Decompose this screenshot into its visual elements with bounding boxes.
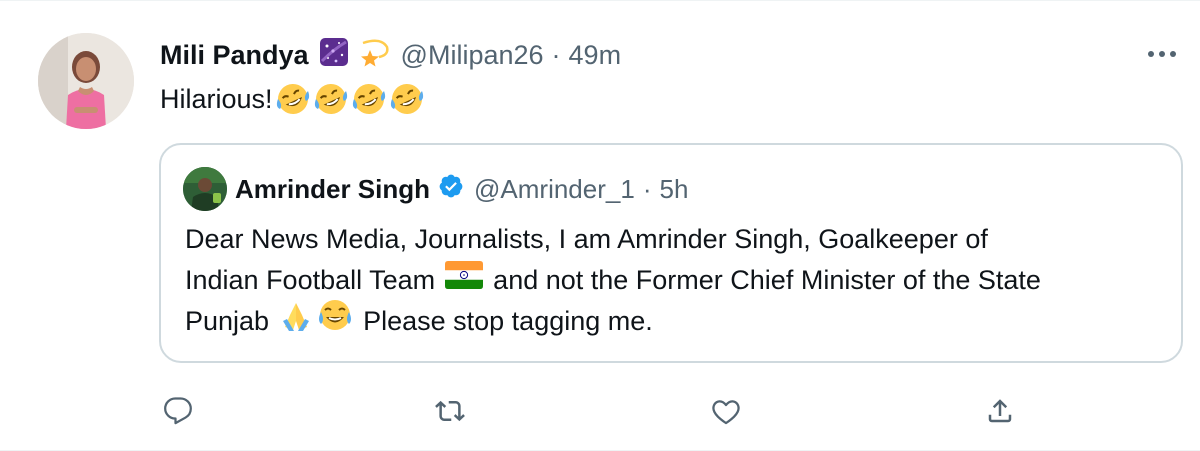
retweet-icon [435, 400, 465, 422]
milky-way-emoji-icon [319, 37, 349, 74]
share-button[interactable] [978, 389, 1022, 433]
quoted-text-line-1: Dear News Media, Journalists, I am Amrin… [185, 219, 1165, 260]
quoted-text-line-2: Indian Football Team and not the Former … [185, 260, 1165, 301]
tweet-header: Mili Pandya @Milipan26 · 49m [160, 35, 621, 75]
share-icon [988, 399, 1012, 423]
like-icon [712, 400, 740, 425]
folded-hands-icon [279, 299, 313, 345]
reply-icon [164, 397, 192, 425]
dizzy-star-icon [359, 37, 391, 74]
quoted-author-name[interactable]: Amrinder Singh [235, 174, 430, 205]
retweet-button[interactable] [428, 389, 472, 433]
rofl-emoji-icon [314, 84, 347, 114]
tweet-card[interactable]: Mili Pandya @Milipan26 · 49m Hilarious! … [0, 0, 1200, 451]
like-button[interactable] [704, 389, 748, 433]
quoted-text-line-3-end: Please stop tagging me. [363, 306, 653, 336]
author-avatar[interactable] [38, 33, 134, 129]
quoted-separator-dot: · [642, 173, 652, 204]
reply-button[interactable] [156, 389, 200, 433]
quoted-tweet-text: Dear News Media, Journalists, I am Amrin… [185, 219, 1165, 342]
quoted-text-line-3-start: Punjab [185, 306, 270, 336]
rofl-emoji-icon [352, 84, 385, 114]
quoted-tweet-header: Amrinder Singh @Amrinder_1 · 5h [235, 169, 688, 209]
quoted-tweet-timestamp[interactable]: 5h [659, 174, 688, 205]
tweet-text-content: Hilarious! [160, 83, 273, 114]
quoted-text-line-2-start: Indian Football Team [185, 265, 436, 295]
tweet-actions [150, 389, 1030, 433]
tweet-text: Hilarious! [160, 81, 427, 117]
more-options-button[interactable] [1140, 39, 1184, 69]
rofl-emoji-icon [276, 84, 309, 114]
ellipsis-icon [1148, 51, 1176, 57]
rofl-emoji-icon [390, 84, 423, 114]
author-handle[interactable]: @Milipan26 [401, 40, 544, 71]
author-name[interactable]: Mili Pandya [160, 40, 309, 71]
verified-badge-icon [438, 173, 464, 206]
rofl-emojis [275, 81, 427, 117]
india-flag-icon [445, 260, 484, 301]
quoted-text-line-2-end: and not the Former Chief Minister of the… [493, 265, 1041, 295]
quoted-text-line-1-content: Dear News Media, Journalists, I am Amrin… [185, 224, 988, 254]
separator-dot: · [551, 39, 561, 70]
quoted-text-line-3: Punjab Please stop tagging me. [185, 299, 1165, 345]
quoted-author-handle[interactable]: @Amrinder_1 [474, 174, 635, 205]
quoted-tweet[interactable]: Amrinder Singh @Amrinder_1 · 5h Dear New… [159, 143, 1183, 363]
tweet-timestamp[interactable]: 49m [569, 40, 622, 71]
quoted-author-avatar[interactable] [183, 167, 227, 211]
tears-of-joy-icon [317, 298, 353, 346]
